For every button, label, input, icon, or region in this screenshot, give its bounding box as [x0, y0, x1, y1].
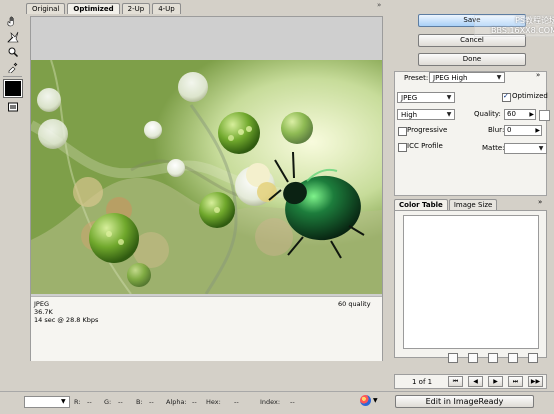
preset-dropdown-arrow-icon: ▼	[496, 74, 502, 81]
color-table-menu-icon[interactable]: »	[538, 198, 542, 206]
web-snap-icon[interactable]	[488, 353, 498, 363]
optimized-label: Optimized	[512, 92, 548, 100]
toggle-slices-icon[interactable]	[5, 100, 20, 113]
color-table-panel	[394, 210, 547, 358]
web-shift-icon[interactable]	[468, 353, 478, 363]
tab-4-up[interactable]: 4-Up	[152, 3, 181, 14]
index-value: --	[290, 398, 295, 406]
toolbar-divider	[3, 76, 22, 77]
settings-menu-icon[interactable]: »	[536, 71, 540, 80]
alpha-label: Alpha:	[166, 398, 187, 406]
previous-frame-button[interactable]: ◀	[468, 376, 483, 387]
progressive-label: Progressive	[407, 126, 448, 134]
tab-color-table[interactable]: Color Table	[394, 199, 448, 210]
download-time-status: 14 sec @ 28.8 Kbps	[34, 316, 99, 324]
file-format-dropdown-arrow-icon: ▼	[446, 94, 452, 101]
hex-value: --	[234, 398, 239, 406]
slice-select-tool-icon[interactable]	[5, 30, 20, 43]
quality-status: 60 quality	[338, 300, 371, 308]
watermark-title: PS教程论坛	[515, 16, 554, 25]
done-button[interactable]: Done	[418, 53, 526, 66]
eyedropper-tool-icon[interactable]	[5, 60, 20, 73]
color-table-swatches	[403, 215, 539, 349]
preset-label: Preset:	[404, 74, 429, 82]
progressive-checkbox[interactable]	[398, 127, 407, 136]
hand-tool-icon[interactable]	[5, 14, 20, 27]
browser-preview-icon[interactable]	[360, 395, 371, 406]
preset-select[interactable]: JPEG High ▼	[429, 72, 505, 83]
optimized-checkbox[interactable]	[502, 92, 511, 102]
compression-dropdown-arrow-icon: ▼	[446, 111, 452, 118]
blue-label: B:	[136, 398, 143, 406]
green-value: --	[118, 398, 123, 406]
watermark-url: BBS.16XX8.COM	[490, 26, 554, 35]
tab-original[interactable]: Original	[26, 3, 66, 14]
forum-watermark: PS教程论坛 BBS.16XX8.COM	[474, 15, 554, 37]
blur-input[interactable]: 0 ▶	[504, 125, 542, 136]
tab-2-up[interactable]: 2-Up	[121, 3, 151, 14]
quality-slider-arrow-icon: ▶	[529, 111, 534, 118]
next-frame-button[interactable]: ⏭	[508, 376, 523, 387]
quality-label: Quality:	[474, 110, 501, 118]
optimized-image-preview	[31, 60, 382, 294]
tab-image-size[interactable]: Image Size	[448, 199, 498, 210]
color-table-actions	[448, 353, 538, 363]
blur-slider-arrow-icon: ▶	[535, 127, 540, 134]
image-preview-pane: JPEG 36.7K 14 sec @ 28.8 Kbps 60 quality	[30, 16, 383, 361]
color-table-tabs: Color Table Image Size	[394, 199, 498, 210]
zoom-dropdown-arrow-icon[interactable]: ▼	[61, 398, 66, 405]
compression-quality-select[interactable]: High ▼	[397, 109, 455, 120]
file-format-select[interactable]: JPEG ▼	[397, 92, 455, 103]
quality-mask-icon[interactable]	[539, 110, 550, 121]
image-info-bar: JPEG 36.7K 14 sec @ 28.8 Kbps 60 quality	[31, 296, 382, 361]
hex-label: Hex:	[206, 398, 221, 406]
new-color-icon[interactable]	[508, 353, 518, 363]
blur-value: 0	[507, 126, 512, 134]
play-button[interactable]: ▶	[488, 376, 503, 387]
green-label: G:	[104, 398, 112, 406]
eyedropper-color-swatch[interactable]	[3, 79, 23, 98]
edit-in-imageready-button[interactable]: Edit in ImageReady	[395, 395, 534, 408]
blue-value: --	[149, 398, 154, 406]
blur-label: Blur:	[488, 126, 505, 134]
last-frame-button[interactable]: ▶▶	[528, 376, 543, 387]
matte-select[interactable]: ▼	[504, 143, 547, 154]
red-value: --	[87, 398, 92, 406]
red-label: R:	[74, 398, 81, 406]
file-size-status: 36.7K	[34, 308, 53, 316]
icc-profile-checkbox[interactable]	[398, 143, 407, 152]
view-tabs: Original Optimized 2-Up 4-Up	[26, 3, 181, 14]
first-frame-button[interactable]: ⏮	[448, 376, 463, 387]
alpha-value: --	[192, 398, 197, 406]
delete-color-icon[interactable]	[528, 353, 538, 363]
icc-profile-label: ICC Profile	[407, 142, 443, 150]
format-status: JPEG	[34, 300, 49, 308]
quality-value: 60	[507, 110, 516, 118]
quality-input[interactable]: 60 ▶	[504, 109, 536, 120]
matte-label: Matte:	[482, 144, 505, 152]
lock-color-icon[interactable]	[448, 353, 458, 363]
file-format-value: JPEG	[401, 94, 418, 102]
matte-dropdown-arrow-icon: ▼	[538, 145, 544, 152]
tab-optimized[interactable]: Optimized	[67, 3, 120, 14]
compression-quality-value: High	[401, 111, 418, 119]
browser-dropdown-arrow-icon[interactable]: ▼	[373, 397, 378, 404]
index-label: Index:	[260, 398, 281, 406]
page-indicator: 1 of 1	[412, 378, 433, 386]
zoom-tool-icon[interactable]	[5, 45, 20, 58]
preview-menu-arrow-icon[interactable]: »	[377, 1, 381, 9]
preset-value: JPEG High	[433, 74, 468, 82]
